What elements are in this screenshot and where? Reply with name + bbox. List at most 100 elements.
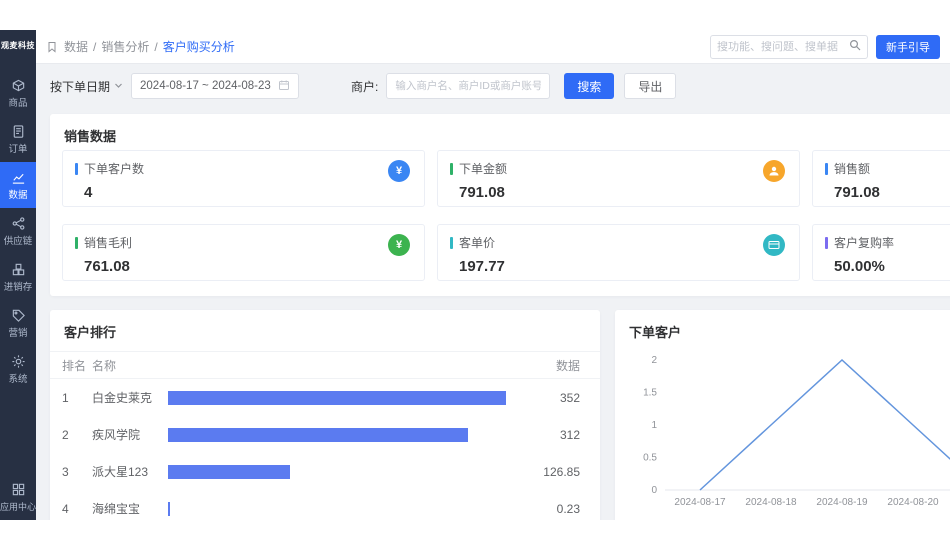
date-range-value: 2024-08-17 ~ 2024-08-23 (140, 80, 278, 92)
sidebar-item-inventory[interactable]: 进销存 (0, 254, 36, 300)
accent-bar (75, 163, 78, 175)
export-button[interactable]: 导出 (624, 73, 676, 99)
sidebar-item-app-center[interactable]: 应用中心 (0, 482, 36, 512)
breadcrumb-item-sales-analysis[interactable]: 销售分析 (101, 38, 149, 55)
inventory-icon (11, 262, 26, 280)
supply-chain-icon (11, 216, 26, 234)
sidebar-item-goods[interactable]: 商品 (0, 70, 36, 116)
price-card-icon (763, 234, 785, 256)
rank-cell: 2 (62, 428, 92, 442)
name-cell: 派大星123 (92, 463, 168, 480)
customer-ranking-card: 客户排行 排名 名称 数据 1 白金史莱克 352 2 疾风学院 312 3 (50, 310, 600, 520)
sidebar-item-data[interactable]: 数据 (0, 162, 36, 208)
value-cell: 0.23 (516, 502, 580, 516)
merchant-search-input[interactable] (386, 73, 550, 99)
stat-value: 761.08 (84, 258, 412, 275)
stat-tile-avg-order-value: 客单价 197.77 (437, 224, 800, 281)
stat-tile-sales-amount: 销售额 791.08 (812, 150, 950, 207)
column-header-name: 名称 (92, 357, 168, 374)
sidebar: 观麦科技 商品 订单 数据 供应链 (0, 30, 36, 520)
stat-label: 客户复购率 (834, 234, 894, 251)
stat-value: 791.08 (459, 184, 787, 201)
date-type-select[interactable]: 按下单日期 (50, 78, 123, 95)
stat-tile-order-amount: 下单金额 791.08 (437, 150, 800, 207)
svg-text:1: 1 (651, 420, 657, 431)
rank-cell: 4 (62, 502, 92, 516)
svg-text:2: 2 (651, 355, 657, 366)
svg-text:0.5: 0.5 (643, 453, 657, 464)
sales-data-card: 销售数据 下单客户数 4 ¥ 下单金额 791.08 (50, 114, 950, 296)
value-cell: 312 (516, 428, 580, 442)
search-button[interactable]: 搜索 (564, 73, 614, 99)
ranking-bar (168, 465, 290, 479)
sidebar-item-marketing[interactable]: 营销 (0, 300, 36, 346)
breadcrumb-item-data[interactable]: 数据 (64, 38, 88, 55)
stat-label: 下单客户数 (84, 160, 144, 177)
app-window: 观麦科技 商品 订单 数据 供应链 (0, 30, 950, 520)
customer-ranking-title: 客户排行 (50, 310, 600, 341)
search-icon[interactable] (849, 38, 861, 56)
ranking-row: 1 白金史莱克 352 (50, 379, 600, 416)
stat-value: 4 (84, 184, 412, 201)
rank-cell: 3 (62, 465, 92, 479)
stat-value: 50.00% (834, 258, 950, 275)
rank-cell: 1 (62, 391, 92, 405)
svg-text:2024-08-20: 2024-08-20 (887, 497, 939, 508)
date-type-label: 按下单日期 (50, 78, 110, 95)
profit-yuan-icon: ¥ (388, 234, 410, 256)
merchant-label: 商户: (351, 78, 378, 95)
app-logo: 观麦科技 (0, 30, 36, 60)
chevron-down-icon (114, 79, 123, 93)
order-customers-title: 下单客户 (615, 310, 950, 341)
stat-tile-repurchase-rate: 客户复购率 50.00% (812, 224, 950, 281)
data-chart-icon (11, 170, 26, 188)
gear-icon (11, 354, 26, 372)
ranking-row: 4 海绵宝宝 0.23 (50, 490, 600, 520)
global-search-input[interactable] (717, 41, 849, 53)
sidebar-item-label: 商品 (8, 99, 27, 109)
ranking-bar (168, 428, 468, 442)
breadcrumb-separator: / (154, 40, 157, 54)
sidebar-item-label: 数据 (8, 191, 27, 201)
svg-text:2024-08-17: 2024-08-17 (674, 497, 726, 508)
column-header-value: 数据 (516, 357, 580, 374)
goods-icon (11, 78, 26, 96)
global-search[interactable] (710, 35, 868, 59)
accent-bar (450, 163, 453, 175)
sidebar-item-system[interactable]: 系统 (0, 346, 36, 392)
svg-text:2024-08-18: 2024-08-18 (745, 497, 797, 508)
accent-bar (825, 237, 828, 249)
svg-text:1.5: 1.5 (643, 388, 657, 399)
stat-tiles: 下单客户数 4 ¥ 下单金额 791.08 (62, 150, 950, 281)
breadcrumb-item-current: 客户购买分析 (163, 38, 235, 55)
accent-bar (825, 163, 828, 175)
sidebar-item-orders[interactable]: 订单 (0, 116, 36, 162)
sidebar-item-supply-chain[interactable]: 供应链 (0, 208, 36, 254)
svg-text:2024-08-19: 2024-08-19 (816, 497, 868, 508)
stat-label: 下单金额 (459, 160, 507, 177)
ranking-table-header: 排名 名称 数据 (50, 351, 600, 379)
stat-tile-order-customers: 下单客户数 4 ¥ (62, 150, 425, 207)
date-range-picker[interactable]: 2024-08-17 ~ 2024-08-23 (131, 73, 299, 99)
stat-label: 销售毛利 (84, 234, 132, 251)
x-axis-labels: 2024-08-17 2024-08-18 2024-08-19 2024-08… (674, 497, 939, 508)
sales-data-title: 销售数据 (50, 114, 950, 145)
stat-label: 销售额 (834, 160, 870, 177)
sidebar-item-label: 系统 (8, 375, 27, 385)
ranking-row: 2 疾风学院 312 (50, 416, 600, 453)
stat-tile-gross-profit: 销售毛利 761.08 ¥ (62, 224, 425, 281)
stat-value: 791.08 (834, 184, 950, 201)
stat-value: 197.77 (459, 258, 787, 275)
bookmark-icon[interactable] (46, 41, 58, 53)
accent-bar (75, 237, 78, 249)
ranking-row: 3 派大星123 126.85 (50, 453, 600, 490)
value-cell: 126.85 (516, 465, 580, 479)
svg-text:0: 0 (651, 485, 657, 496)
sidebar-item-label: 营销 (8, 329, 27, 339)
name-cell: 疾风学院 (92, 426, 168, 443)
guide-button[interactable]: 新手引导 (876, 35, 940, 59)
value-cell: 352 (516, 391, 580, 405)
user-icon (763, 160, 785, 182)
page: 观麦科技 商品 订单 数据 供应链 (0, 0, 950, 551)
sidebar-item-label: 供应链 (4, 237, 33, 247)
